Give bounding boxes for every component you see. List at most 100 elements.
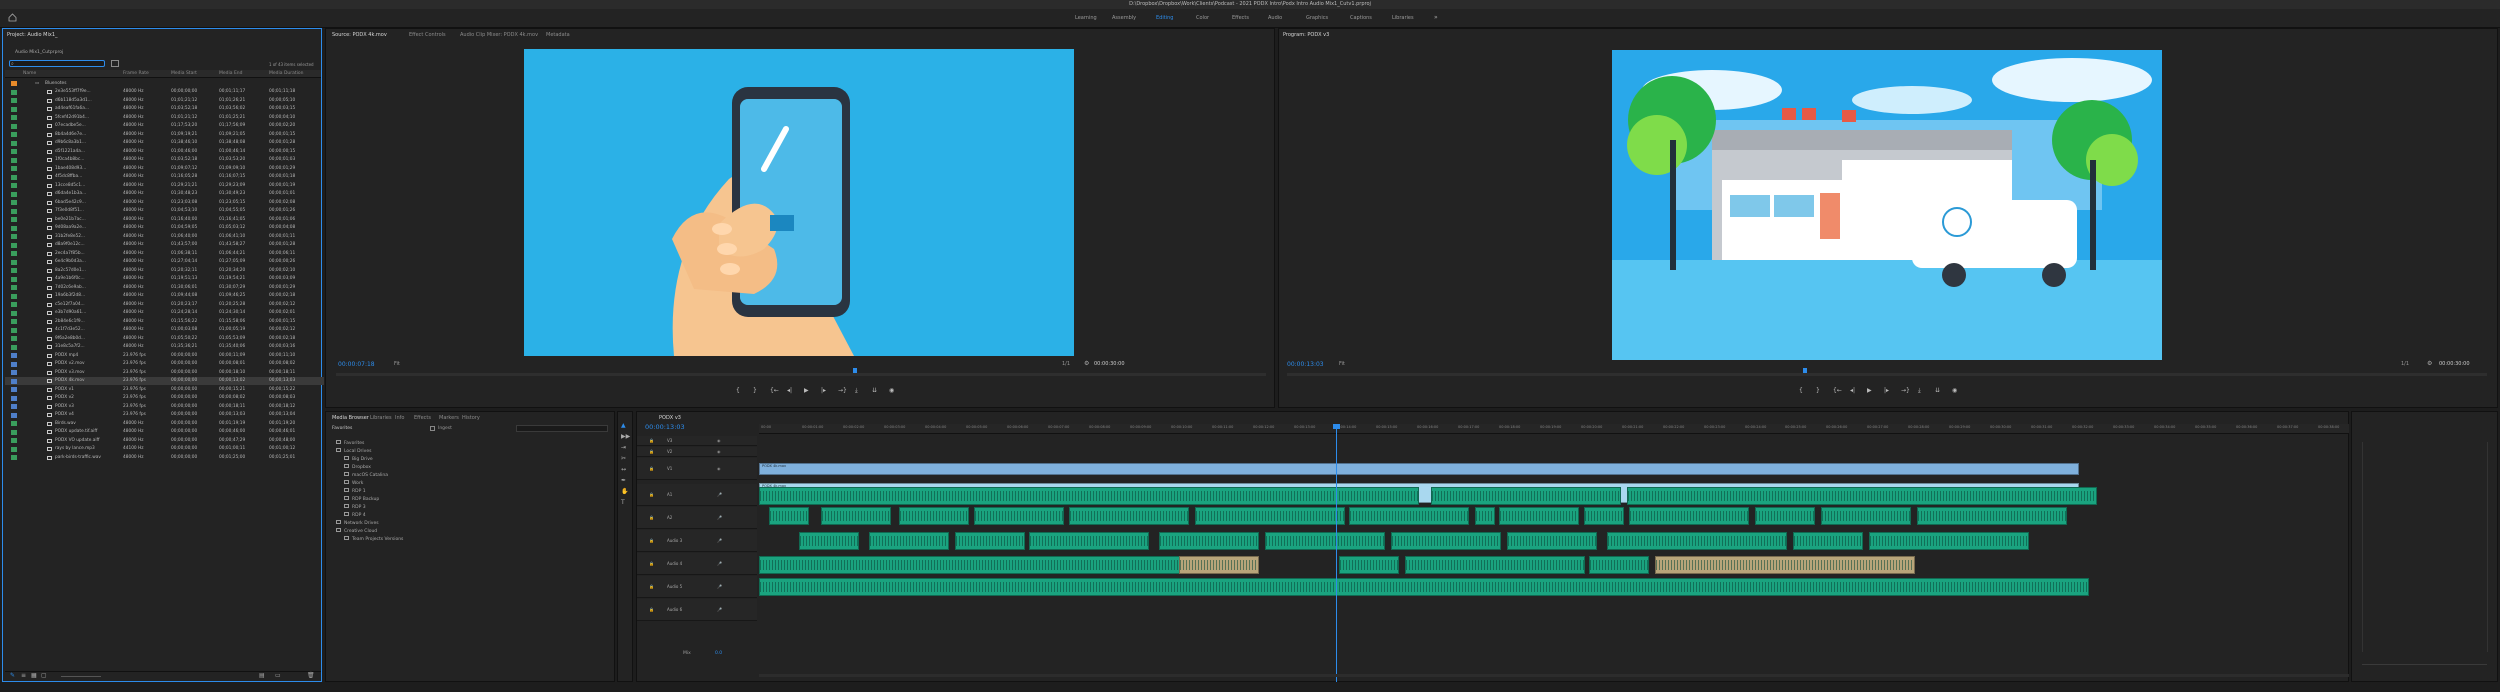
project-item-row[interactable]: 8b4a4d6e7e... 48000 Hz 01;09;19;21 01;09;21… — [5, 131, 324, 139]
source-step-back-icon[interactable]: ◂| — [787, 387, 792, 394]
track-header-v1[interactable]: 🔒 V1 ◉ — [637, 458, 757, 480]
mb-tree-item[interactable]: RDP 3 — [344, 504, 366, 510]
track-header-v2[interactable]: 🔒 V2 ◉ — [637, 447, 757, 457]
audio-clip[interactable] — [1755, 507, 1815, 525]
workspace-libraries[interactable]: Libraries — [1392, 15, 1414, 21]
source-tab-1[interactable]: Effect Controls — [409, 32, 446, 38]
audio-clip[interactable] — [1589, 556, 1649, 574]
program-go-to-out-icon[interactable]: →} — [1901, 387, 1910, 394]
mb-tree-item[interactable]: Big Drive — [344, 456, 373, 462]
project-item-row[interactable]: be0e21b7ac... 48000 Hz 01;16;40;00 01;16;41… — [5, 216, 324, 224]
timeline-timecode[interactable]: 00:00:13:03 — [645, 423, 685, 431]
project-item-row[interactable]: 1bae408d93... 48000 Hz 01;09;07;12 01;09;09… — [5, 165, 324, 173]
project-item-row[interactable]: 19a6b3f2d8... 48000 Hz 01;09;44;08 01;09;46… — [5, 292, 324, 300]
lock-icon[interactable]: 🔒 — [649, 538, 654, 543]
project-item-row[interactable]: 4f5dc8ffba... 48000 Hz 01;16;05;28 01;16;07… — [5, 173, 324, 181]
mb-tree-item[interactable]: Favorites — [336, 440, 364, 446]
project-item-row[interactable]: 4a9e1b6f0c... 48000 Hz 01;19;51;13 01;19;54… — [5, 275, 324, 283]
new-bin-bottom-icon[interactable]: ▭ — [275, 672, 281, 679]
timeline-playhead[interactable] — [1333, 424, 1340, 429]
timeline-hscroll[interactable] — [759, 674, 2349, 677]
project-item-row[interactable]: 31e8c5a7f2... 48000 Hz 01;35;36;21 01;35;40… — [5, 343, 324, 351]
eye-icon[interactable]: ◉ — [717, 466, 721, 471]
more-workspaces-icon[interactable]: » — [1434, 14, 1438, 21]
audio-clip[interactable] — [1391, 532, 1501, 550]
audio-clip[interactable] — [1821, 507, 1911, 525]
project-item-row[interactable]: 13cce8d5c1... 48000 Hz 01;29;21;21 01;29;23… — [5, 182, 324, 190]
mb-tree-item[interactable]: RDP Backup — [344, 496, 379, 502]
mb-tab-markers[interactable]: Markers — [439, 415, 459, 421]
settings-wrench-icon[interactable]: ⚙ — [1084, 360, 1089, 367]
project-item-row[interactable]: c5e12f7a04... 48000 Hz 01;20;23;17 01;20;25… — [5, 301, 324, 309]
search-input[interactable] — [9, 60, 105, 67]
program-play-icon[interactable]: ▶ — [1867, 387, 1872, 394]
slip-icon[interactable]: ↔ — [621, 466, 626, 473]
home-icon[interactable] — [8, 13, 17, 22]
project-item-row[interactable]: 9f6a2e8b0d... 48000 Hz 01;05;50;22 01;05;53… — [5, 335, 324, 343]
project-item-row[interactable]: 31b2fe8e52... 48000 Hz 01;06;40;00 01;06;41… — [5, 233, 324, 241]
project-item-row[interactable]: PODX v2 23.976 fps 00;00;00;00 00;00;08;02 0… — [5, 394, 324, 402]
audio-clip[interactable] — [899, 507, 969, 525]
mb-tree-item[interactable]: Local Drives — [336, 448, 371, 454]
project-item-row[interactable]: PODX v3 23.976 fps 00;00;00;00 00;00;18;11 0… — [5, 403, 324, 411]
workspace-graphics[interactable]: Graphics — [1306, 15, 1328, 21]
timeline-ruler[interactable]: 00:00 00:00:01:00 00:00:02:00 00:00:03:00 00… — [759, 424, 2349, 434]
eye-icon[interactable]: ◉ — [717, 438, 721, 443]
track-header-audio-4[interactable]: 🔒 Audio 4 🎤 — [637, 553, 757, 575]
project-item-row[interactable]: 2ec4a7f85b... 48000 Hz 01;06;38;11 01;06;44… — [5, 250, 324, 258]
project-item-row[interactable]: d6da4e1b3a... 48000 Hz 01;30;48;23 01;30;49… — [5, 190, 324, 198]
workspace-learning[interactable]: Learning — [1075, 15, 1097, 21]
audio-clip[interactable] — [1159, 532, 1259, 550]
audio-clip[interactable] — [769, 507, 809, 525]
bin-row[interactable]: ▭ Bluenotes — [5, 80, 324, 88]
source-go-to-in-icon[interactable]: {← — [770, 387, 779, 394]
lock-icon[interactable]: 🔒 — [649, 492, 654, 497]
mb-tree-item[interactable]: Dropbox — [344, 464, 371, 470]
icon-view-icon[interactable]: ▦ — [31, 672, 37, 679]
project-item-row[interactable]: d5f1221a4a... 48000 Hz 01;00;46;00 01;00;46… — [5, 148, 324, 156]
audio-clip[interactable] — [1069, 507, 1189, 525]
mb-tab-history[interactable]: History — [462, 415, 480, 421]
program-step-forward-icon[interactable]: |▸ — [1884, 387, 1889, 394]
project-item-row[interactable]: 07ecadbe5e... 48000 Hz 01;17;53;20 01;17;56… — [5, 122, 324, 130]
program-fit-select[interactable]: Fit — [1339, 361, 1345, 367]
track-header-a2[interactable]: 🔒 A2 🎤 — [637, 507, 757, 529]
track-header-a1[interactable]: 🔒 A1 🎤 — [637, 484, 757, 506]
source-tab-3[interactable]: Metadata — [546, 32, 570, 38]
list-view-icon[interactable]: ≡ — [21, 672, 26, 679]
source-play-icon[interactable]: ▶ — [804, 387, 809, 394]
lock-icon[interactable]: 🔒 — [649, 449, 654, 454]
mic-icon[interactable]: 🎤 — [717, 561, 722, 566]
audio-clip[interactable] — [1349, 507, 1469, 525]
project-item-row[interactable]: 7d02c6e9ab... 48000 Hz 01;30;06;01 01;30;07… — [5, 284, 324, 292]
project-item-row[interactable]: d6b118d5a3d1... 48000 Hz 01;01;21;12 01;01;… — [5, 97, 324, 105]
mix-value[interactable]: 0.0 — [715, 651, 722, 656]
track-header-audio-6[interactable]: 🔒 Audio 6 🎤 — [637, 599, 757, 621]
mb-search-input[interactable] — [516, 425, 608, 432]
workspace-captions[interactable]: Captions — [1350, 15, 1372, 21]
source-insert-icon[interactable]: ⤓ — [855, 387, 858, 395]
source-mark-in-icon[interactable]: { — [736, 387, 740, 394]
track-header-audio-5[interactable]: 🔒 Audio 5 🎤 — [637, 576, 757, 598]
audio-clip[interactable] — [759, 578, 2089, 596]
mb-tab-info[interactable]: Info — [395, 415, 404, 421]
project-item-row[interactable]: 8a2c57d0e1... 48000 Hz 01;20;32;11 01;20;34… — [5, 267, 324, 275]
source-fit-select[interactable]: Fit — [394, 361, 400, 367]
program-insert-icon[interactable]: ⤓ — [1918, 387, 1921, 395]
source-tab-0[interactable]: Source: PODX 4k.mov — [332, 32, 387, 38]
mb-tab-effects[interactable]: Effects — [414, 415, 431, 421]
audio-clip[interactable] — [1339, 556, 1399, 574]
project-item-row[interactable]: PODX v3.mov 23.976 fps 00;00;00;00 00;00;18… — [5, 369, 324, 377]
track-header-v3[interactable]: 🔒 V3 ◉ — [637, 436, 757, 446]
audio-clip[interactable] — [1917, 507, 2067, 525]
project-item-row[interactable]: PODX 4k.mov 23.976 fps 00;00;00;00 00;00;13… — [5, 377, 324, 385]
project-item-row[interactable]: rays by lance.mp3 44100 Hz 00;00;00;00 00;0… — [5, 445, 324, 453]
track-header-audio-3[interactable]: 🔒 Audio 3 🎤 — [637, 530, 757, 552]
audio-clip[interactable] — [1195, 507, 1345, 525]
project-item-row[interactable]: 9d08aa9a2e... 48000 Hz 01;04;59;05 01;05;03… — [5, 224, 324, 232]
zoom-slider[interactable] — [61, 676, 101, 677]
mb-tab-media-browser[interactable]: Media Browser — [332, 415, 369, 421]
audio-clip[interactable] — [1655, 556, 1915, 574]
lock-icon[interactable]: 🔒 — [649, 438, 654, 443]
source-playhead[interactable] — [853, 368, 857, 373]
